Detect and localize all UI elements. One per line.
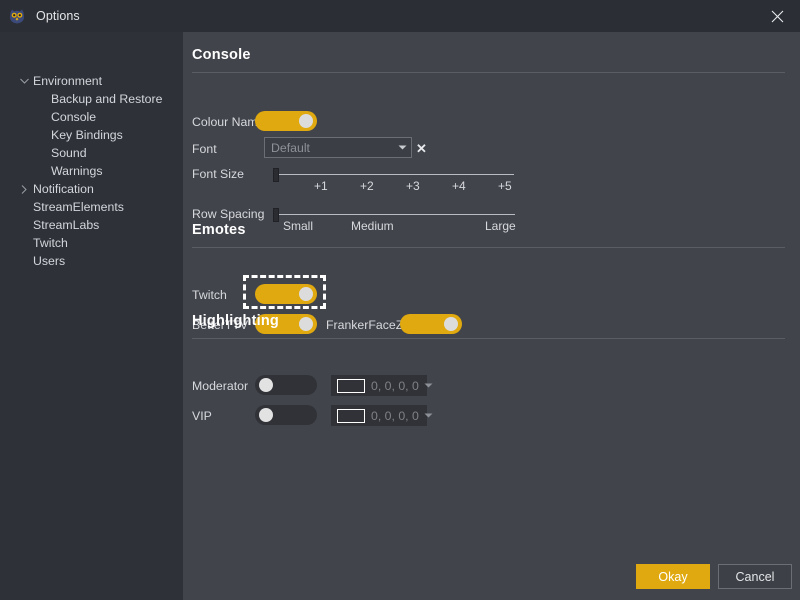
toggle-knob — [299, 114, 313, 128]
twitch-emotes-label: Twitch — [192, 288, 227, 302]
sidebar-item-streamlabs[interactable]: StreamLabs — [0, 216, 183, 234]
sidebar-item-label: Console — [51, 110, 97, 124]
font-size-tick: +4 — [452, 179, 466, 193]
font-size-tick: +1 — [314, 179, 328, 193]
vip-colour-picker[interactable]: 0, 0, 0, 0 — [331, 405, 433, 426]
row-spacing-slider-handle[interactable] — [273, 208, 279, 222]
window-title: Options — [36, 9, 80, 23]
moderator-toggle[interactable] — [255, 375, 317, 395]
row-spacing-tick: Small — [283, 219, 314, 233]
section-title-emotes: Emotes — [192, 222, 246, 238]
section-divider — [192, 72, 785, 73]
vip-toggle[interactable] — [255, 405, 317, 425]
settings-tree: Environment Backup and Restore Console K… — [0, 32, 183, 270]
twitch-emotes-toggle[interactable] — [255, 284, 317, 304]
font-select-value: Default — [271, 140, 310, 155]
row-spacing-tick: Medium — [351, 219, 394, 233]
toggle-knob — [444, 317, 458, 331]
colour-names-toggle[interactable] — [255, 111, 317, 131]
row-spacing-tick: Large — [485, 219, 516, 233]
sidebar-item-label: Key Bindings — [51, 128, 123, 142]
sidebar-item-console[interactable]: Console — [0, 108, 183, 126]
sidebar-item-streamelements[interactable]: StreamElements — [0, 198, 183, 216]
chevron-down-icon[interactable] — [18, 72, 30, 90]
row-spacing-label: Row Spacing — [192, 207, 265, 221]
colour-swatch — [337, 378, 365, 393]
cancel-button[interactable]: Cancel — [718, 564, 792, 589]
owl-icon — [8, 7, 26, 25]
close-icon[interactable] — [754, 0, 800, 32]
settings-sidebar: Environment Backup and Restore Console K… — [0, 32, 183, 600]
moderator-label: Moderator — [192, 379, 249, 393]
vip-colour-value: 0, 0, 0, 0 — [371, 408, 419, 423]
sidebar-item-warnings[interactable]: Warnings — [0, 162, 183, 180]
sidebar-item-sound[interactable]: Sound — [0, 144, 183, 162]
toggle-knob — [259, 378, 273, 392]
chevron-right-icon[interactable] — [18, 180, 30, 198]
row-spacing-slider-track[interactable] — [275, 214, 515, 215]
moderator-colour-picker[interactable]: 0, 0, 0, 0 — [331, 375, 433, 396]
sidebar-item-twitch[interactable]: Twitch — [0, 234, 183, 252]
sidebar-item-notification[interactable]: Notification — [0, 180, 183, 198]
sidebar-item-label: StreamLabs — [33, 218, 100, 232]
frankerfacez-label: FrankerFaceZ — [326, 318, 404, 332]
font-size-label: Font Size — [192, 167, 244, 181]
toggle-knob — [299, 317, 313, 331]
section-title-highlighting: Highlighting — [192, 313, 279, 329]
sidebar-item-label: Users — [33, 254, 66, 268]
sidebar-item-users[interactable]: Users — [0, 252, 183, 270]
sidebar-item-label: Notification — [33, 182, 94, 196]
sidebar-item-key-bindings[interactable]: Key Bindings — [0, 126, 183, 144]
sidebar-item-environment[interactable]: Environment — [0, 72, 183, 90]
section-title-console: Console — [192, 47, 251, 63]
section-divider — [192, 338, 785, 339]
font-size-slider-track[interactable] — [275, 174, 514, 175]
okay-button[interactable]: Okay — [636, 564, 710, 589]
toggle-knob — [299, 287, 313, 301]
font-clear-button[interactable]: ✕ — [416, 142, 427, 155]
font-label: Font — [192, 142, 217, 156]
font-size-slider-handle[interactable] — [273, 168, 279, 182]
sidebar-item-label: Warnings — [51, 164, 103, 178]
settings-panel: Console Colour Names Font Default ✕ Font… — [183, 32, 800, 600]
font-size-tick: +2 — [360, 179, 374, 193]
frankerfacez-toggle[interactable] — [400, 314, 462, 334]
sidebar-item-label: Backup and Restore — [51, 92, 163, 106]
toggle-knob — [259, 408, 273, 422]
chevron-down-icon — [419, 383, 439, 388]
font-size-tick: +3 — [406, 179, 420, 193]
sidebar-item-label: Sound — [51, 146, 87, 160]
sidebar-item-backup-and-restore[interactable]: Backup and Restore — [0, 90, 183, 108]
sidebar-item-label: Environment — [33, 74, 103, 88]
font-select[interactable]: Default — [264, 137, 412, 158]
moderator-colour-value: 0, 0, 0, 0 — [371, 378, 419, 393]
vip-label: VIP — [192, 409, 212, 423]
title-bar: Options — [0, 0, 800, 33]
font-size-tick: +5 — [498, 179, 512, 193]
sidebar-item-label: StreamElements — [33, 200, 124, 214]
section-divider — [192, 247, 785, 248]
chevron-down-icon — [393, 145, 411, 150]
sidebar-item-label: Twitch — [33, 236, 68, 250]
chevron-down-icon — [419, 413, 439, 418]
colour-swatch — [337, 408, 365, 423]
